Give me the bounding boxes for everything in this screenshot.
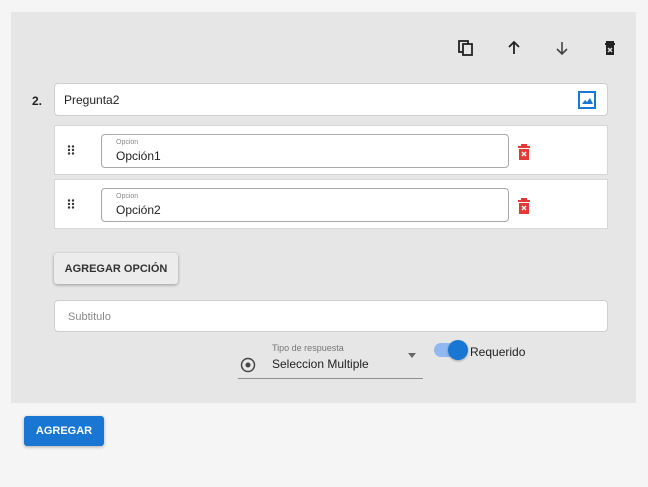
chevron-down-icon: [408, 353, 416, 358]
move-down-button[interactable]: [538, 36, 586, 60]
required-toggle[interactable]: [434, 340, 468, 360]
drag-handle-icon[interactable]: [67, 145, 75, 155]
question-number: 2.: [32, 94, 43, 108]
question-title-input[interactable]: Pregunta2: [54, 83, 608, 116]
option-input-value: Opción2: [116, 203, 161, 217]
copy-icon: [458, 40, 473, 56]
delete-icon: [605, 41, 615, 55]
option-input-value: Opción1: [116, 149, 161, 163]
radio-button-icon: [240, 357, 256, 373]
option-input[interactable]: Opcion Opción1: [101, 134, 509, 168]
option-input[interactable]: Opcion Opción2: [101, 188, 509, 222]
add-question-button[interactable]: AGREGAR: [24, 416, 104, 446]
delete-option-icon[interactable]: [517, 144, 531, 160]
subtitle-placeholder: Subtitulo: [68, 311, 111, 323]
add-option-button[interactable]: AGREGAR OPCIÓN: [54, 253, 178, 284]
subtitle-input[interactable]: Subtitulo: [54, 300, 608, 332]
delete-question-button[interactable]: [586, 36, 634, 60]
copy-button[interactable]: [442, 36, 490, 60]
arrow-up-icon: [508, 40, 520, 54]
response-type-select[interactable]: Tipo de respuesta Seleccion Multiple: [238, 340, 423, 379]
response-type-value: Seleccion Multiple: [272, 357, 369, 371]
delete-option-icon[interactable]: [517, 198, 531, 214]
arrow-down-icon: [556, 42, 568, 56]
drag-handle-icon[interactable]: [67, 199, 75, 209]
question-title-value: Pregunta2: [64, 93, 120, 107]
question-toolbar: [442, 36, 634, 60]
image-icon[interactable]: [578, 91, 596, 109]
move-up-button[interactable]: [490, 36, 538, 60]
response-type-label: Tipo de respuesta: [272, 343, 344, 353]
option-input-label: Opcion: [116, 193, 139, 200]
toggle-knob: [448, 340, 468, 360]
option-row: Opcion Opción1: [54, 125, 608, 175]
option-row: Opcion Opción2: [54, 179, 608, 229]
required-label: Requerido: [470, 345, 526, 359]
option-input-label: Opcion: [116, 139, 139, 146]
